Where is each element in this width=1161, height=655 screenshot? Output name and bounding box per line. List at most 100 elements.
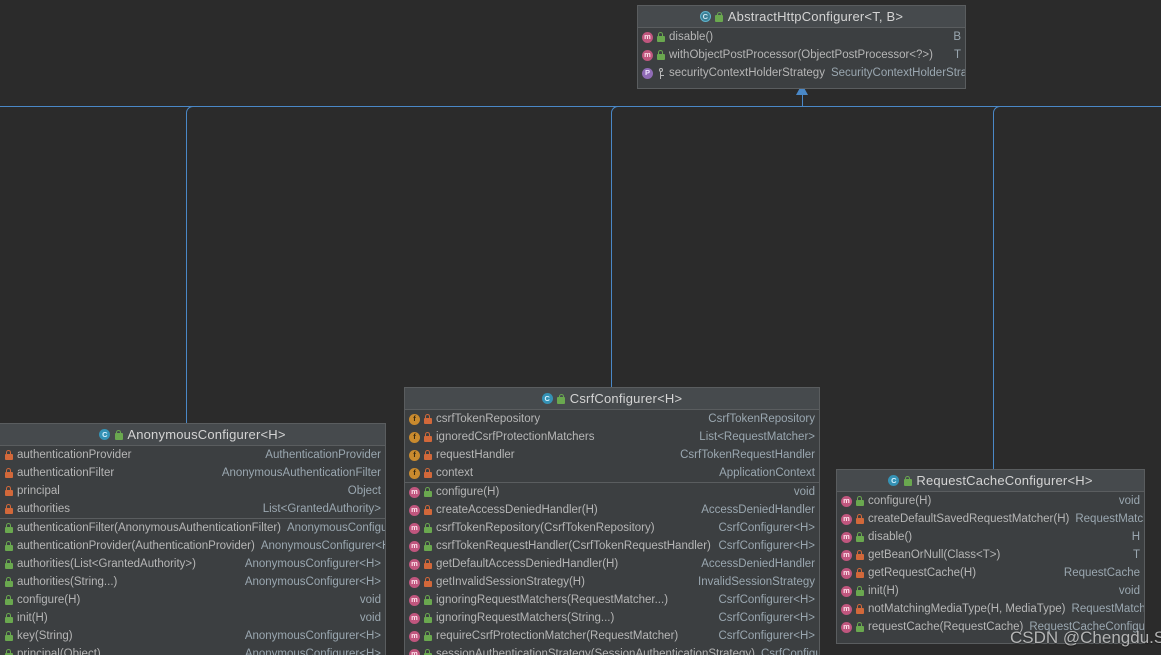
member-type: Object [347, 485, 381, 497]
method-row[interactable]: authenticationProvider(AuthenticationPro… [0, 537, 385, 555]
edge-corner-anonymous [186, 106, 195, 115]
edge-corner-requestcache [993, 106, 1002, 115]
member-icons: m [642, 31, 665, 43]
class-methods-section: m configure(H) void m createDefaultSaved… [837, 492, 1144, 636]
member-row[interactable]: P securityContextHolderStrategy Security… [638, 64, 965, 82]
member-icons: m [409, 630, 432, 642]
method-row[interactable]: key(String) AnonymousConfigurer<H> [0, 627, 385, 645]
method-row[interactable]: m configure(H) void [837, 492, 1144, 510]
member-name: context [436, 467, 474, 479]
member-row[interactable]: m withObjectPostProcessor(ObjectPostProc… [638, 46, 965, 64]
member-name: getRequestCache(H) [868, 567, 977, 579]
method-row[interactable]: m disable() H [837, 528, 1144, 546]
method-row[interactable]: m getBeanOrNull(Class<T>) T [837, 546, 1144, 564]
field-row[interactable]: authorities List<GrantedAuthority> [0, 500, 385, 518]
field-row[interactable]: f requestHandler CsrfTokenRequestHandler [405, 446, 819, 464]
field-row[interactable]: principal Object [0, 482, 385, 500]
method-icon: m [409, 504, 420, 516]
method-row[interactable]: m sessionAuthenticationStrategy(SessionA… [405, 645, 819, 655]
method-icon: m [409, 486, 420, 498]
method-row[interactable]: m getDefaultAccessDeniedHandler(H) Acces… [405, 555, 819, 573]
public-lock-icon [4, 631, 13, 641]
class-box-csrf-configurer[interactable]: C CsrfConfigurer<H> f csrfTokenRepositor… [404, 387, 820, 655]
method-row[interactable]: m requireCsrfProtectionMatcher(RequestMa… [405, 627, 819, 645]
member-name: init(H) [17, 612, 48, 624]
class-box-anonymous-configurer[interactable]: C AnonymousConfigurer<H> authenticationP… [0, 423, 386, 655]
member-name: ignoringRequestMatchers(String...) [436, 612, 615, 624]
class-icon: C [541, 393, 553, 404]
method-row[interactable]: m createDefaultSavedRequestMatcher(H) Re… [837, 510, 1144, 528]
field-row[interactable]: authenticationProvider AuthenticationPro… [0, 446, 385, 464]
field-row[interactable]: authenticationFilter AnonymousAuthentica… [0, 464, 385, 482]
member-type: CsrfConfigurer<H> [718, 594, 815, 606]
member-type: AnonymousAuthenticationFilter [221, 467, 381, 479]
member-type: AnonymousConfigurer<H> [244, 558, 381, 570]
field-row[interactable]: f ignoredCsrfProtectionMatchers List<Req… [405, 428, 819, 446]
member-icons [4, 649, 13, 655]
method-icon: m [841, 549, 852, 561]
member-icons [4, 631, 13, 641]
class-title-bar: C RequestCacheConfigurer<H> [837, 470, 1144, 492]
class-box-request-cache-configurer[interactable]: C RequestCacheConfigurer<H> m configure(… [836, 469, 1145, 644]
member-type: RequestCache [1063, 567, 1140, 579]
class-name-label: RequestCacheConfigurer<H> [916, 472, 1093, 488]
method-row[interactable]: m createAccessDeniedHandler(H) AccessDen… [405, 501, 819, 519]
member-name: getInvalidSessionStrategy(H) [436, 576, 585, 588]
member-type: void [1118, 495, 1140, 507]
method-row[interactable]: m ignoringRequestMatchers(RequestMatcher… [405, 591, 819, 609]
member-type: T [953, 49, 961, 61]
member-icons [4, 559, 13, 569]
member-type: AccessDeniedHandler [701, 504, 815, 516]
field-row[interactable]: f context ApplicationContext [405, 464, 819, 482]
method-row[interactable]: init(H) void [0, 609, 385, 627]
method-icon: m [409, 612, 420, 624]
method-row[interactable]: m getInvalidSessionStrategy(H) InvalidSe… [405, 573, 819, 591]
method-row[interactable]: m csrfTokenRepository(CsrfTokenRepositor… [405, 519, 819, 537]
member-icons [4, 523, 13, 533]
edge-corner-csrf [611, 106, 620, 115]
class-box-abstract-http-configurer[interactable]: C AbstractHttpConfigurer<T, B> m disable… [637, 5, 966, 89]
method-icon: m [409, 576, 420, 588]
member-icons: m [409, 576, 432, 588]
method-row[interactable]: configure(H) void [0, 591, 385, 609]
member-icons: m [841, 531, 864, 543]
member-icons: m [409, 540, 432, 552]
public-lock-icon [4, 523, 13, 533]
method-icon: m [642, 49, 653, 61]
member-name: principal(Object) [17, 648, 101, 655]
method-icon: m [841, 495, 852, 507]
member-icons: P [642, 67, 665, 79]
method-row[interactable]: m ignoringRequestMatchers(String...) Csr… [405, 609, 819, 627]
member-icons [4, 486, 13, 496]
member-type: RequestCacheConfigurer<H> [1029, 621, 1144, 633]
method-row[interactable]: principal(Object) AnonymousConfigurer<H> [0, 645, 385, 655]
member-type: T [1132, 549, 1140, 561]
method-row[interactable]: m notMatchingMediaType(H, MediaType) Req… [837, 600, 1144, 618]
method-row[interactable]: m csrfTokenRequestHandler(CsrfTokenReque… [405, 537, 819, 555]
public-lock-icon [855, 532, 864, 542]
member-icons: m [841, 549, 864, 561]
member-type: CsrfTokenRepository [708, 413, 815, 425]
method-row[interactable]: m getRequestCache(H) RequestCache [837, 564, 1144, 582]
member-icons: m [841, 603, 864, 615]
member-row[interactable]: m disable() B [638, 28, 965, 46]
public-lock-icon [656, 50, 665, 60]
public-lock-icon [423, 487, 432, 497]
method-row[interactable]: authenticationFilter(AnonymousAuthentica… [0, 519, 385, 537]
method-row[interactable]: m requestCache(RequestCache) RequestCach… [837, 618, 1144, 636]
method-row[interactable]: m init(H) void [837, 582, 1144, 600]
member-icons: m [409, 504, 432, 516]
member-icons: m [409, 558, 432, 570]
member-name: requireCsrfProtectionMatcher(RequestMatc… [436, 630, 679, 642]
public-lock-icon [855, 586, 864, 596]
field-row[interactable]: f csrfTokenRepository CsrfTokenRepositor… [405, 410, 819, 428]
method-row[interactable]: authorities(List<GrantedAuthority>) Anon… [0, 555, 385, 573]
member-name: principal [17, 485, 60, 497]
method-row[interactable]: authorities(String...) AnonymousConfigur… [0, 573, 385, 591]
private-lock-icon [423, 559, 432, 569]
member-icons [4, 577, 13, 587]
public-lock-icon [4, 649, 13, 655]
method-row[interactable]: m configure(H) void [405, 483, 819, 501]
member-name: csrfTokenRequestHandler(CsrfTokenRequest… [436, 540, 711, 552]
member-icons: m [409, 486, 432, 498]
